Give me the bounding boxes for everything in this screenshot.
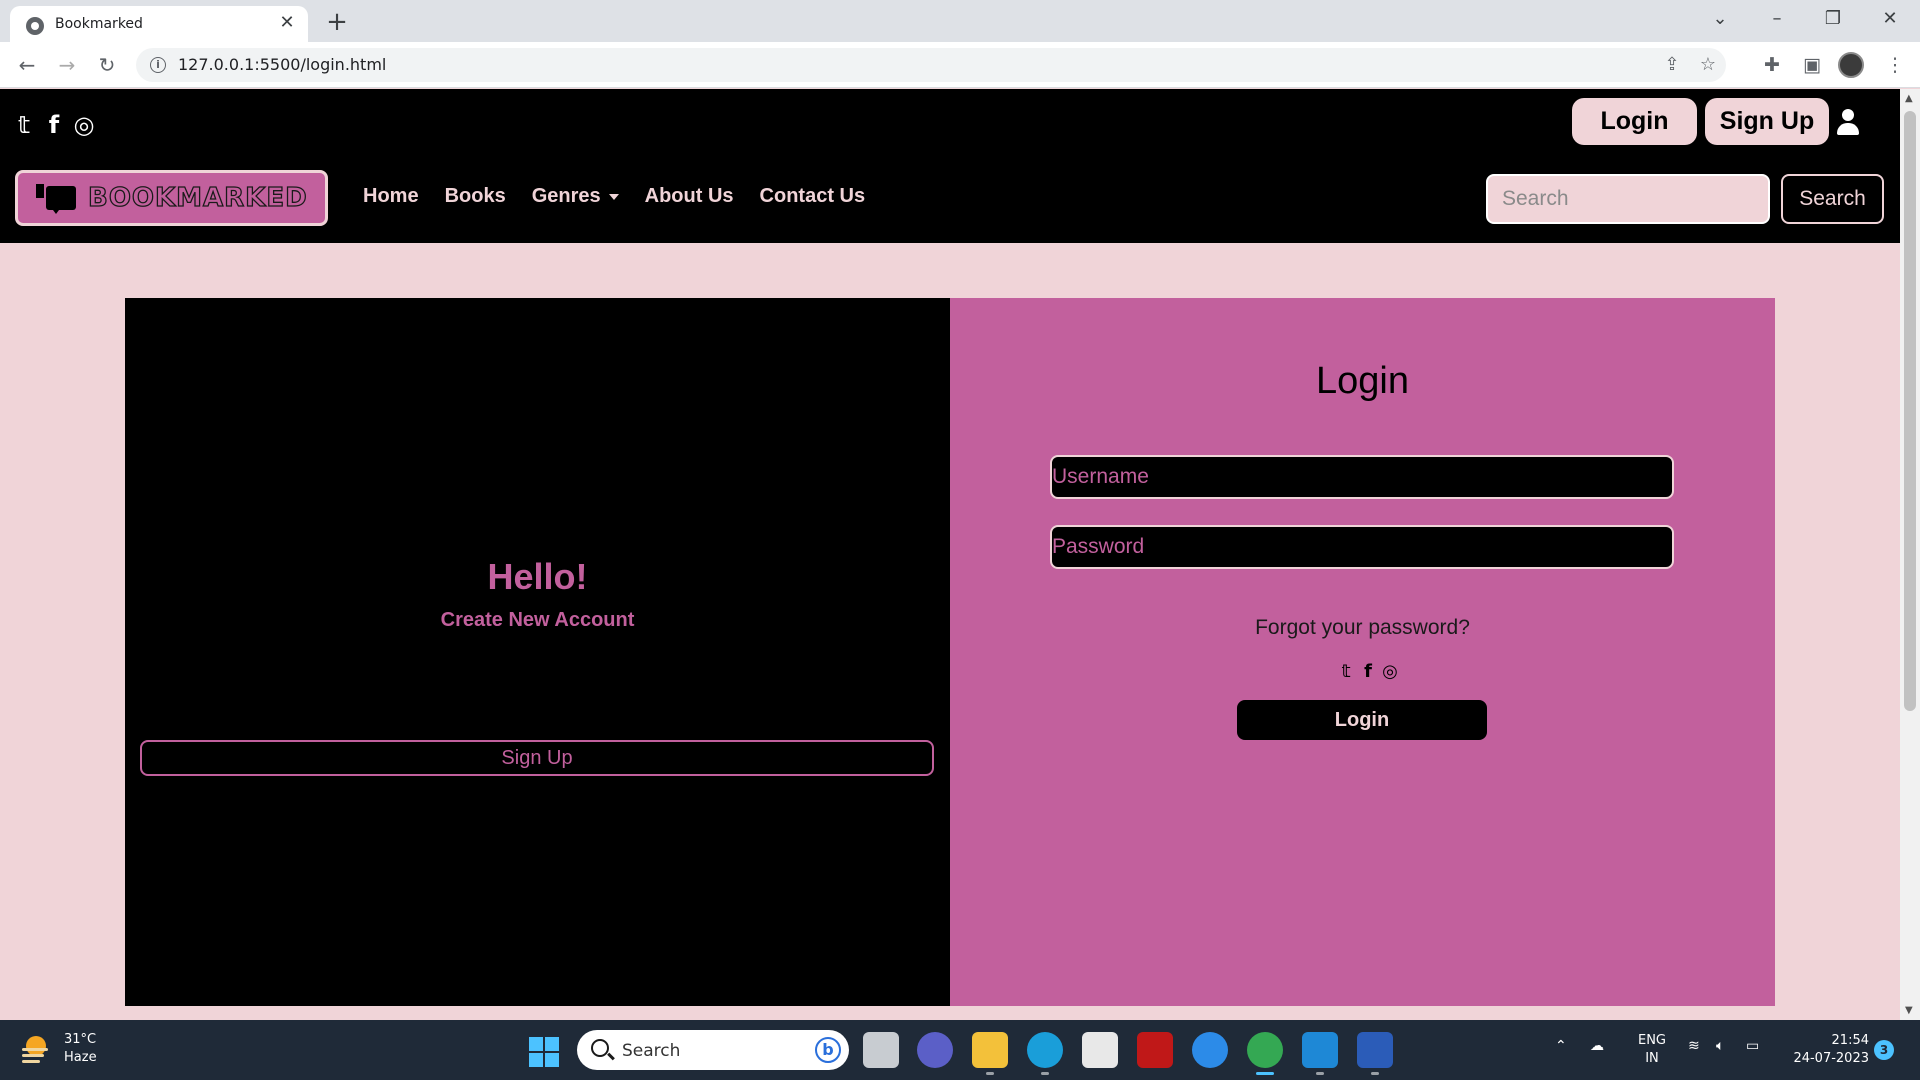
info-icon[interactable]: i — [150, 57, 166, 73]
tab-title: Bookmarked — [55, 16, 143, 32]
url-text[interactable]: 127.0.0.1:5500/login.html — [178, 55, 386, 74]
signup-panel: Hello! Create New Account Sign Up — [125, 298, 950, 1006]
clock-date: 24-07-2023 — [1793, 1051, 1869, 1066]
nav-genres-dropdown[interactable]: Genres — [532, 185, 619, 208]
login-submit-button[interactable]: Login — [1237, 700, 1487, 740]
tab-search-icon[interactable]: ⌄ — [1700, 4, 1740, 34]
facebook-icon[interactable]: f — [42, 111, 66, 139]
scroll-down-icon[interactable]: ▼ — [1905, 1005, 1913, 1016]
edge-icon[interactable] — [1027, 1032, 1063, 1068]
page-viewport: 𝕥 f ◎ Login Sign Up BOOKMARKED Home Book… — [0, 89, 1900, 1020]
forward-icon[interactable]: → — [52, 50, 82, 80]
browser-toolbar: ← → ↻ i 127.0.0.1:5500/login.html ⇪ ☆ ✚ … — [0, 42, 1920, 88]
new-tab-button[interactable]: + — [323, 8, 351, 36]
user-icon[interactable] — [1836, 109, 1860, 137]
password-field[interactable] — [1050, 525, 1674, 569]
battery-icon[interactable]: ▭ — [1746, 1038, 1759, 1054]
brand-logo[interactable]: BOOKMARKED — [15, 170, 328, 226]
region-code: IN — [1645, 1051, 1659, 1066]
bing-icon[interactable]: b — [815, 1037, 841, 1063]
caret-down-icon — [608, 193, 619, 200]
taskbar-search[interactable]: Search b — [577, 1030, 849, 1070]
page-scrollbar[interactable]: ▲ ▼ — [1900, 89, 1920, 1020]
weather-temperature: 31°C — [64, 1032, 97, 1047]
brand-name: BOOKMARKED — [87, 182, 308, 213]
windows-start-icon[interactable] — [529, 1037, 559, 1067]
close-window-button[interactable]: ✕ — [1870, 4, 1910, 34]
close-tab-icon[interactable]: ✕ — [276, 12, 298, 34]
microsoft-store-icon[interactable] — [1082, 1032, 1118, 1068]
header-signup-button[interactable]: Sign Up — [1705, 98, 1829, 145]
login-heading: Login — [1316, 360, 1409, 402]
panel-signup-button[interactable]: Sign Up — [140, 740, 934, 776]
chevron-up-icon[interactable]: ⌃ — [1555, 1038, 1567, 1054]
login-social-links: 𝕥 f ◎ — [1337, 661, 1399, 683]
instagram-icon[interactable]: ◎ — [72, 111, 96, 139]
windows-taskbar: 31°C Haze Search b ⌃ ☁ ENG IN ≋ 🔈︎ ▭ 21:… — [0, 1020, 1920, 1080]
instagram-icon[interactable]: ◎ — [1381, 661, 1399, 683]
taskbar-search-label: Search — [622, 1041, 681, 1061]
site-header: 𝕥 f ◎ Login Sign Up BOOKMARKED Home Book… — [0, 89, 1900, 243]
site-search-input[interactable] — [1486, 174, 1770, 224]
side-panel-icon[interactable]: ▣ — [1797, 50, 1827, 80]
teams-chat-icon[interactable] — [917, 1032, 953, 1068]
browser-tab[interactable]: Bookmarked ✕ — [10, 6, 308, 42]
browser-tab-strip: Bookmarked ✕ + ⌄ – ❐ ✕ — [0, 0, 1920, 42]
scroll-up-icon[interactable]: ▲ — [1905, 93, 1913, 104]
social-links: 𝕥 f ◎ — [12, 111, 96, 139]
scroll-thumb[interactable] — [1904, 111, 1916, 711]
file-explorer-icon[interactable] — [972, 1032, 1008, 1068]
volume-icon[interactable]: 🔈︎ — [1716, 1038, 1724, 1054]
login-panel: Login Forgot your password? 𝕥 f ◎ Login — [950, 298, 1775, 1006]
word-icon[interactable] — [1357, 1032, 1393, 1068]
menu-icon[interactable]: ⋮ — [1880, 50, 1910, 80]
username-field[interactable] — [1050, 455, 1674, 499]
weather-widget[interactable]: 31°C Haze — [22, 1032, 142, 1070]
notification-badge[interactable]: 3 — [1874, 1040, 1894, 1060]
nav-genres[interactable]: Genres — [532, 185, 601, 208]
vscode-icon[interactable] — [1302, 1032, 1338, 1068]
bookmark-logo-icon — [36, 184, 76, 214]
clock-time: 21:54 — [1831, 1033, 1869, 1048]
greeting-heading: Hello! — [487, 556, 588, 597]
bookmark-star-icon[interactable]: ☆ — [1696, 53, 1720, 77]
facebook-icon[interactable]: f — [1359, 661, 1377, 683]
extensions-icon[interactable]: ✚ — [1757, 50, 1787, 80]
language-code: ENG — [1637, 1033, 1666, 1048]
chrome-icon[interactable] — [1247, 1032, 1283, 1068]
task-view-icon[interactable] — [863, 1032, 899, 1068]
twitter-icon[interactable]: 𝕥 — [1337, 661, 1355, 683]
twitter-icon[interactable]: 𝕥 — [12, 111, 36, 139]
system-clock[interactable]: 21:54 24-07-2023 — [1785, 1032, 1869, 1068]
reload-icon[interactable]: ↻ — [92, 50, 122, 80]
language-indicator[interactable]: ENG IN — [1634, 1032, 1670, 1068]
nav-books[interactable]: Books — [445, 185, 506, 208]
search-icon — [591, 1039, 609, 1057]
restore-button[interactable]: ❐ — [1813, 4, 1853, 34]
share-icon[interactable]: ⇪ — [1660, 53, 1684, 77]
forgot-password-link[interactable]: Forgot your password? — [950, 616, 1775, 640]
header-login-button[interactable]: Login — [1572, 98, 1697, 145]
weather-haze-icon — [22, 1036, 50, 1063]
minimize-button[interactable]: – — [1757, 4, 1797, 34]
weather-condition: Haze — [64, 1050, 97, 1065]
nav-contact-us[interactable]: Contact Us — [760, 185, 866, 208]
mcafee-icon[interactable] — [1137, 1032, 1173, 1068]
globe-icon — [26, 17, 44, 35]
onedrive-icon[interactable]: ☁ — [1590, 1038, 1604, 1054]
site-search-button[interactable]: Search — [1781, 174, 1884, 224]
main-nav: Home Books Genres About Us Contact Us — [363, 185, 865, 208]
address-bar[interactable]: i 127.0.0.1:5500/login.html ⇪ ☆ — [136, 48, 1726, 82]
get-help-icon[interactable] — [1192, 1032, 1228, 1068]
wifi-icon[interactable]: ≋ — [1688, 1038, 1700, 1054]
profile-avatar[interactable] — [1838, 52, 1864, 78]
nav-about-us[interactable]: About Us — [645, 185, 734, 208]
create-account-text: Create New Account — [440, 609, 635, 631]
nav-home[interactable]: Home — [363, 185, 419, 208]
back-icon[interactable]: ← — [12, 50, 42, 80]
